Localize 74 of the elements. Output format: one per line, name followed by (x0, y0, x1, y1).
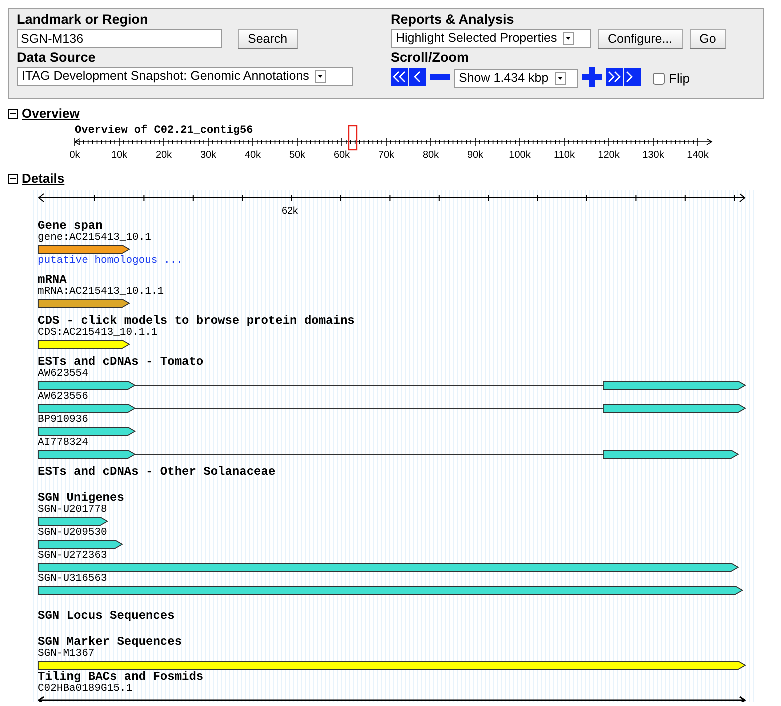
tick-label: 140k (687, 150, 709, 161)
tick-label: 10k (111, 150, 128, 161)
collapse-icon[interactable] (8, 174, 18, 184)
action-button[interactable]: Configure... (598, 28, 683, 48)
tick-label: 100k (509, 150, 531, 161)
action-button[interactable]: Go (690, 28, 726, 48)
feature-label: SGN-U316563 (38, 573, 108, 585)
feature-arrow[interactable] (38, 450, 740, 459)
search-button[interactable]: Search (238, 28, 298, 48)
scroll-right-icon[interactable] (606, 68, 641, 86)
feature-arrow[interactable] (38, 245, 130, 254)
ruler-title: Overview of C02.21_contig56 (75, 125, 254, 137)
tick-label: 120k (598, 150, 620, 161)
track-title: ESTs and cDNAs - Tomato (38, 356, 205, 368)
tick-label: 40k (244, 150, 262, 161)
zoom-dropdown[interactable]: Show 1.434 kbp (454, 69, 578, 88)
feature-label: AI778324 (38, 437, 90, 449)
track-title: SGN Locus Sequences (38, 610, 176, 622)
feature-label: C02HBa0189G15.1 (38, 683, 134, 695)
feature-label: AW623554 (38, 368, 90, 380)
feature-arrow[interactable] (38, 517, 108, 526)
feature-label: mRNA:AC215413_10.1.1 (38, 286, 166, 298)
tick-label: 30k (200, 150, 217, 161)
field-label: Landmark or Region (17, 12, 150, 27)
feature-label: gene:AC215413_10.1 (38, 232, 152, 244)
tick-label: 20k (156, 150, 172, 161)
reports-dropdown[interactable]: Highlight Selected Properties (391, 29, 591, 48)
feature-label: CDS:AC215413_10.1.1 (38, 327, 159, 339)
tick-label: 62k (282, 206, 298, 217)
track-title: ESTs and cDNAs - Other Solanaceae (38, 466, 277, 478)
feature-arrow[interactable] (38, 540, 124, 549)
track-title: mRNA (38, 274, 68, 286)
tick-label: 70k (378, 150, 395, 161)
feature-label: SGN-M1367 (38, 648, 96, 660)
tick-label: 110k (554, 150, 575, 161)
feature-arrow[interactable] (38, 427, 136, 436)
tick-label: 130k (642, 150, 664, 161)
feature-label: SGN-U201778 (38, 504, 108, 516)
feature-label: SGN-U209530 (38, 527, 108, 539)
feature-arrow[interactable] (38, 299, 130, 308)
zoom-in-icon[interactable] (582, 66, 602, 86)
section-link[interactable]: Details (22, 169, 65, 189)
feature-label: SGN-U272363 (38, 550, 108, 562)
feature-arrow[interactable] (38, 696, 746, 702)
caret-icon (554, 72, 566, 85)
track-title: SGN Marker Sequences (38, 636, 184, 648)
caret-icon (315, 70, 326, 83)
section-link[interactable]: Overview (22, 104, 80, 124)
collapse-icon[interactable] (8, 109, 18, 119)
data-source-dropdown[interactable]: ITAG Development Snapshot: Genomic Annotations (17, 67, 353, 86)
tick-label: 80k (422, 150, 440, 161)
field-label: Scroll/Zoom (391, 50, 470, 65)
feature-link[interactable]: putative homologous ... (38, 255, 754, 267)
feature-arrow[interactable] (38, 340, 130, 349)
tick-label: 60k (334, 150, 350, 161)
field-label: Data Source (17, 50, 97, 65)
track-title: Gene span (38, 220, 104, 232)
caret-icon (563, 32, 574, 45)
flip-checkbox[interactable] (653, 72, 665, 84)
checkbox-label: Flip (669, 70, 690, 88)
scroll-left-icon[interactable] (391, 68, 426, 86)
track-title: Tiling BACs and Fosmids (38, 671, 205, 683)
position-marker[interactable] (348, 125, 358, 151)
track-title: CDS - click models to browse protein domains (38, 315, 356, 327)
track-title: SGN Unigenes (38, 492, 126, 504)
tick-label: 50k (289, 150, 306, 161)
feature-arrow[interactable] (38, 381, 746, 390)
field-label: Reports & Analysis (391, 12, 516, 27)
feature-label: BP910936 (38, 414, 90, 426)
tick-label: 90k (467, 150, 484, 161)
feature-arrow[interactable] (38, 404, 746, 413)
tick-label: 0k (70, 150, 80, 161)
search-field[interactable]: SGN-M136 (17, 29, 222, 48)
feature-label: AW623556 (38, 391, 90, 403)
